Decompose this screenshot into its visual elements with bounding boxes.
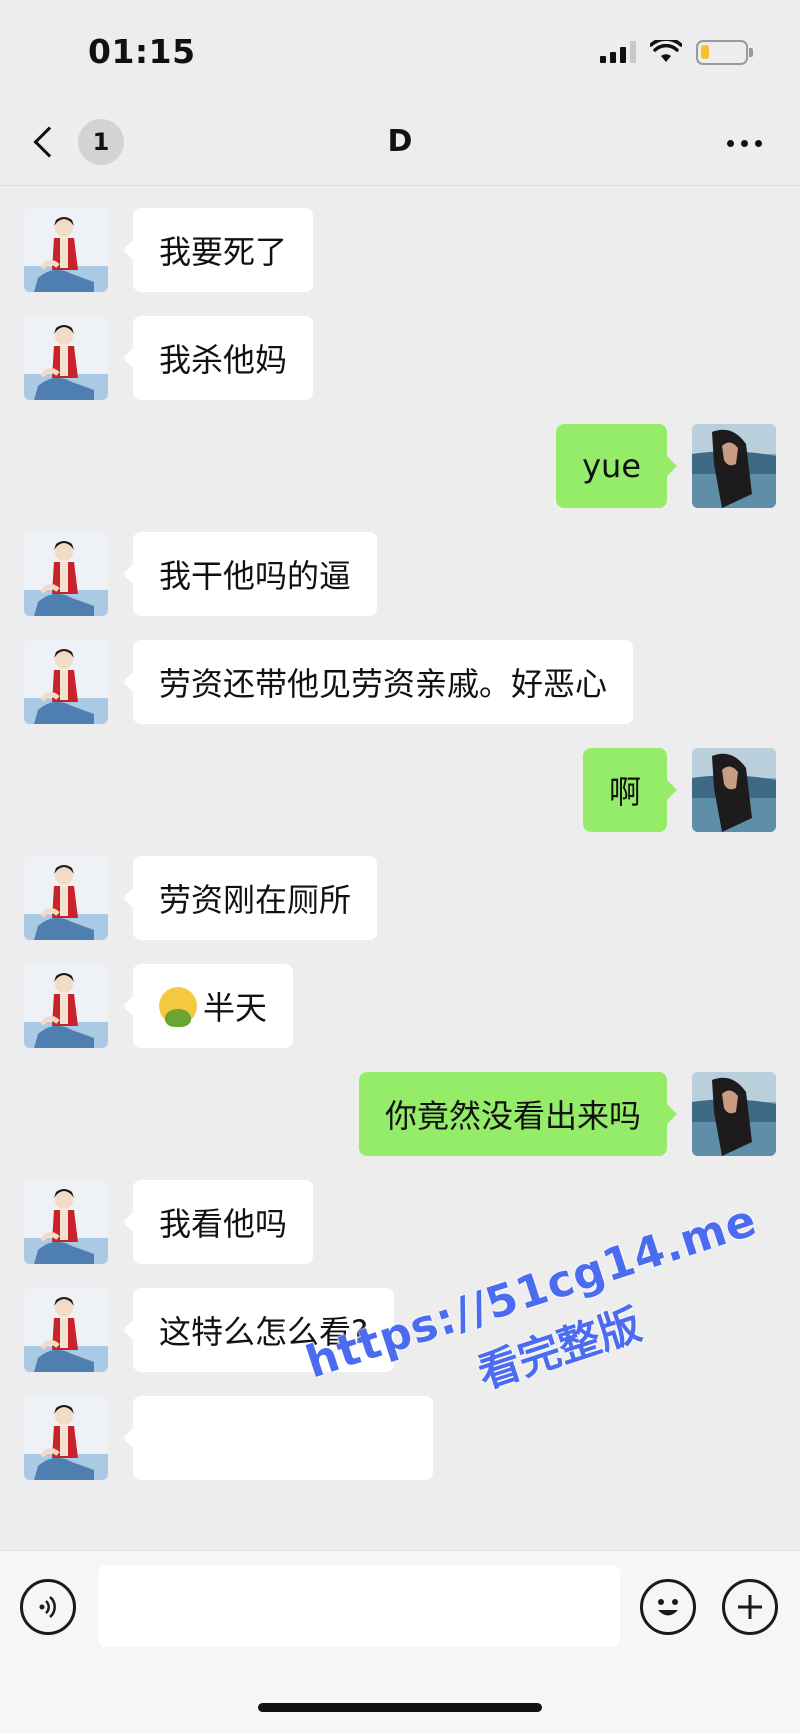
contact-avatar[interactable] <box>24 1396 108 1480</box>
incoming-message-bubble[interactable]: 我看他吗 <box>122 1180 314 1264</box>
message-row: 劳资还带他见劳资亲戚。好恶心 <box>0 640 800 724</box>
message-text: 我要死了 <box>159 233 288 271</box>
incoming-message-bubble[interactable]: 劳资还带他见劳资亲戚。好恶心 <box>122 640 634 724</box>
incoming-message-bubble[interactable]: 我要死了 <box>122 208 314 292</box>
message-row: 半天 <box>0 964 800 1048</box>
emoji-button[interactable] <box>640 1579 696 1635</box>
incoming-message-bubble[interactable]: 半天 <box>122 964 294 1048</box>
message-text: 这特么怎么看? <box>159 1313 368 1351</box>
contact-avatar[interactable] <box>24 316 108 400</box>
message-text: 半天 <box>203 989 268 1027</box>
message-list[interactable]: 我要死了我杀他妈 yue 我干他吗的逼劳资还带他见劳资亲戚。好恶心啊劳资刚在厕所半天… <box>0 186 800 1550</box>
message-row: 你竟然没看出来吗 <box>0 1072 800 1156</box>
contact-avatar[interactable] <box>24 532 108 616</box>
incoming-message-bubble[interactable]: 劳资刚在厕所 <box>122 856 378 940</box>
battery-level <box>701 44 709 59</box>
message-row: 我杀他妈 <box>0 316 800 400</box>
message-row: 我看他吗 <box>0 1180 800 1264</box>
message-row: 我要死了 <box>0 208 800 292</box>
incoming-message-bubble[interactable]: 这特么怎么看? <box>123 1288 394 1372</box>
contact-avatar[interactable] <box>24 208 108 292</box>
chat-header: 1 D <box>0 100 800 186</box>
incoming-message-bubble[interactable] <box>123 1396 433 1480</box>
message-text: 我干他吗的逼 <box>159 557 352 595</box>
smiley-icon <box>658 1599 678 1616</box>
message-row: 我干他吗的逼 <box>0 532 800 616</box>
contact-avatar[interactable] <box>24 856 108 940</box>
contact-avatar[interactable] <box>24 964 108 1048</box>
message-row: 劳资刚在厕所 <box>0 856 800 940</box>
nauseated-face-icon <box>159 987 197 1027</box>
status-icons <box>600 38 753 66</box>
status-bar: 01:15 <box>0 0 800 100</box>
message-text: 劳资刚在厕所 <box>159 881 352 919</box>
incoming-message-bubble[interactable]: 我杀他妈 <box>122 316 314 400</box>
contact-avatar[interactable] <box>24 1180 108 1264</box>
my-avatar[interactable] <box>692 748 776 832</box>
message-text: 啊 <box>608 773 641 811</box>
message-row: 啊 <box>0 748 800 832</box>
message-row: 这特么怎么看? <box>0 1288 800 1372</box>
message-row-partial <box>0 1396 800 1480</box>
more-functions-button[interactable] <box>722 1579 778 1635</box>
incoming-message-bubble[interactable]: 我干他吗的逼 <box>122 532 378 616</box>
signal-icon <box>600 41 636 63</box>
plus-icon <box>738 1595 762 1619</box>
status-time: 01:15 <box>88 32 196 71</box>
input-bar <box>0 1550 800 1733</box>
voice-button[interactable] <box>20 1579 76 1635</box>
message-input[interactable] <box>98 1565 620 1647</box>
message-text: 劳资还带他见劳资亲戚。好恶心 <box>159 665 608 703</box>
message-text: yue <box>582 447 641 485</box>
outgoing-message-bubble[interactable]: 你竟然没看出来吗 <box>358 1072 678 1156</box>
wifi-icon <box>650 40 682 62</box>
voice-icon <box>39 1596 56 1618</box>
message-text: 我杀他妈 <box>159 341 288 379</box>
ellipsis-icon <box>727 140 734 147</box>
my-avatar[interactable] <box>692 1072 776 1156</box>
contact-avatar[interactable] <box>24 640 108 724</box>
chat-title: D <box>387 124 413 159</box>
contact-avatar[interactable] <box>24 1288 108 1372</box>
outgoing-message-bubble[interactable]: 啊 <box>582 748 678 832</box>
my-avatar[interactable] <box>692 424 776 508</box>
battery-icon <box>696 39 753 65</box>
more-button[interactable] <box>727 140 762 147</box>
message-text: 我看他吗 <box>159 1205 288 1243</box>
outgoing-message-bubble[interactable]: yue <box>556 424 677 508</box>
message-row: yue <box>0 424 800 508</box>
home-indicator[interactable] <box>258 1703 542 1712</box>
message-text: 你竟然没看出来吗 <box>384 1097 641 1135</box>
